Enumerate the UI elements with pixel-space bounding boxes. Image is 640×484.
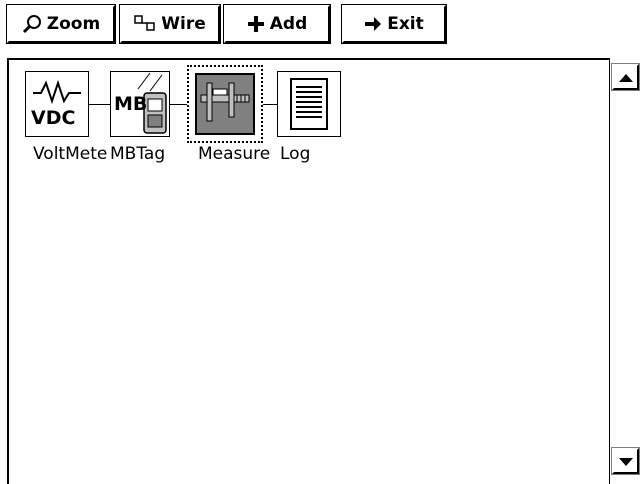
arrow-right-icon (364, 16, 382, 32)
wire-button-label: Wire (161, 14, 206, 34)
toolbar: Zoom Wire Add Exit (0, 0, 640, 52)
zoom-button-label: Zoom (46, 14, 101, 34)
plus-icon (247, 15, 265, 33)
node-label-log: Log (280, 144, 311, 164)
add-button[interactable]: Add (223, 4, 331, 44)
arrow-down-icon (618, 452, 634, 471)
wire-voltmeter-mbtag (89, 104, 110, 105)
node-voltmeter[interactable]: VDC (25, 71, 89, 137)
zoom-button[interactable]: Zoom (6, 4, 116, 44)
node-measure[interactable] (187, 65, 263, 143)
scroll-down-button[interactable] (611, 447, 640, 475)
node-mbtag[interactable]: MB (110, 71, 170, 137)
exit-button[interactable]: Exit (341, 4, 447, 44)
sine-wave-vdc-icon (25, 71, 89, 141)
node-log[interactable] (277, 71, 341, 137)
node-label-voltmeter: VoltMete (33, 144, 108, 164)
node-label-measure: Measure (198, 144, 271, 164)
caliper-icon (195, 73, 255, 139)
wire-button[interactable]: Wire (119, 4, 221, 44)
wire-mbtag-measure (170, 104, 187, 105)
log-document-icon (277, 71, 341, 141)
wire-measure-log (263, 104, 277, 105)
vertical-scrollbar[interactable] (609, 58, 640, 484)
magnifier-icon (22, 14, 42, 34)
scroll-up-button[interactable] (611, 63, 640, 91)
exit-button-label: Exit (387, 14, 424, 34)
add-button-label: Add (269, 14, 308, 34)
vdc-text: VDC (31, 107, 76, 129)
wire-connect-icon (134, 14, 156, 34)
arrow-up-icon (618, 68, 634, 87)
mb-text: MB (114, 93, 148, 115)
node-label-mbtag: MBTag (110, 144, 166, 164)
